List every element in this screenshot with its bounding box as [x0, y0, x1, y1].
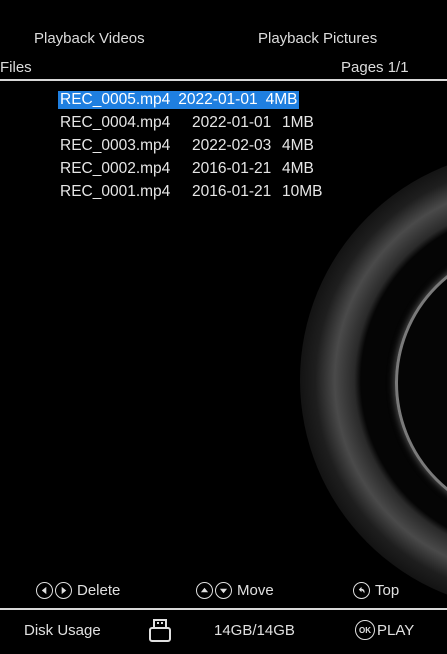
control-hints: Delete Move Top [0, 582, 447, 604]
disk-usage-label: Disk Usage [24, 622, 101, 639]
file-size: 1MB [282, 113, 314, 131]
ok-icon: OK [355, 620, 375, 640]
list-subheader: Files Pages 1/1 [0, 55, 447, 77]
file-size: 4MB [282, 136, 314, 154]
page-indicator: Pages 1/1 [341, 59, 409, 76]
file-name: REC_0002.mp4 [60, 159, 171, 177]
lens-ring-decoration [395, 245, 447, 521]
down-circle-icon [215, 582, 232, 599]
move-hint[interactable]: Move [196, 582, 274, 599]
file-date: 2016-01-21 [192, 182, 272, 200]
file-row[interactable]: REC_0004.mp4 2022-01-01 1MB [58, 111, 358, 134]
file-name: REC_0001.mp4 [60, 182, 171, 200]
back-circle-icon [353, 582, 370, 599]
tab-playback-videos[interactable]: Playback Videos [34, 30, 145, 47]
files-label: Files [0, 59, 32, 76]
left-circle-icon [36, 582, 53, 599]
file-list: REC_0005.mp4 2022-01-01 4MB REC_0004.mp4 202… [58, 88, 358, 203]
disk-capacity: 14GB/14GB [214, 622, 295, 639]
play-label: PLAY [377, 621, 415, 639]
header-divider [0, 79, 447, 81]
file-date: 2022-01-01 [176, 90, 264, 109]
tab-playback-pictures[interactable]: Playback Pictures [258, 30, 377, 47]
delete-label: Delete [77, 582, 121, 599]
usb-drive-icon [149, 619, 171, 642]
move-label: Move [237, 582, 274, 599]
tab-bar: Playback Videos Playback Pictures [0, 30, 447, 52]
status-bar: Disk Usage 14GB/14GB OK PLAY [0, 612, 447, 654]
lens-decoration [300, 150, 447, 610]
file-name: REC_0004.mp4 [60, 113, 171, 131]
file-row[interactable]: REC_0001.mp4 2016-01-21 10MB [58, 180, 358, 203]
file-size: 4MB [263, 90, 300, 109]
play-hint[interactable]: OK PLAY [355, 620, 414, 640]
top-label: Top [375, 582, 400, 599]
file-row[interactable]: REC_0002.mp4 2016-01-21 4MB [58, 157, 358, 180]
right-circle-icon [55, 582, 72, 599]
file-date: 2022-02-03 [192, 136, 272, 154]
file-size: 4MB [282, 159, 314, 177]
file-name: REC_0003.mp4 [60, 136, 171, 154]
file-date: 2022-01-01 [192, 113, 272, 131]
top-hint[interactable]: Top [353, 582, 399, 599]
file-row[interactable]: REC_0003.mp4 2022-02-03 4MB [58, 134, 358, 157]
file-size: 10MB [282, 182, 323, 200]
file-row[interactable]: REC_0005.mp4 2022-01-01 4MB [58, 88, 358, 111]
delete-hint[interactable]: Delete [36, 582, 120, 599]
file-date: 2016-01-21 [192, 159, 272, 177]
playback-screen: Playback Videos Playback Pictures Files … [0, 0, 447, 654]
up-circle-icon [196, 582, 213, 599]
file-name: REC_0005.mp4 [58, 90, 177, 109]
footer-divider [0, 608, 447, 610]
